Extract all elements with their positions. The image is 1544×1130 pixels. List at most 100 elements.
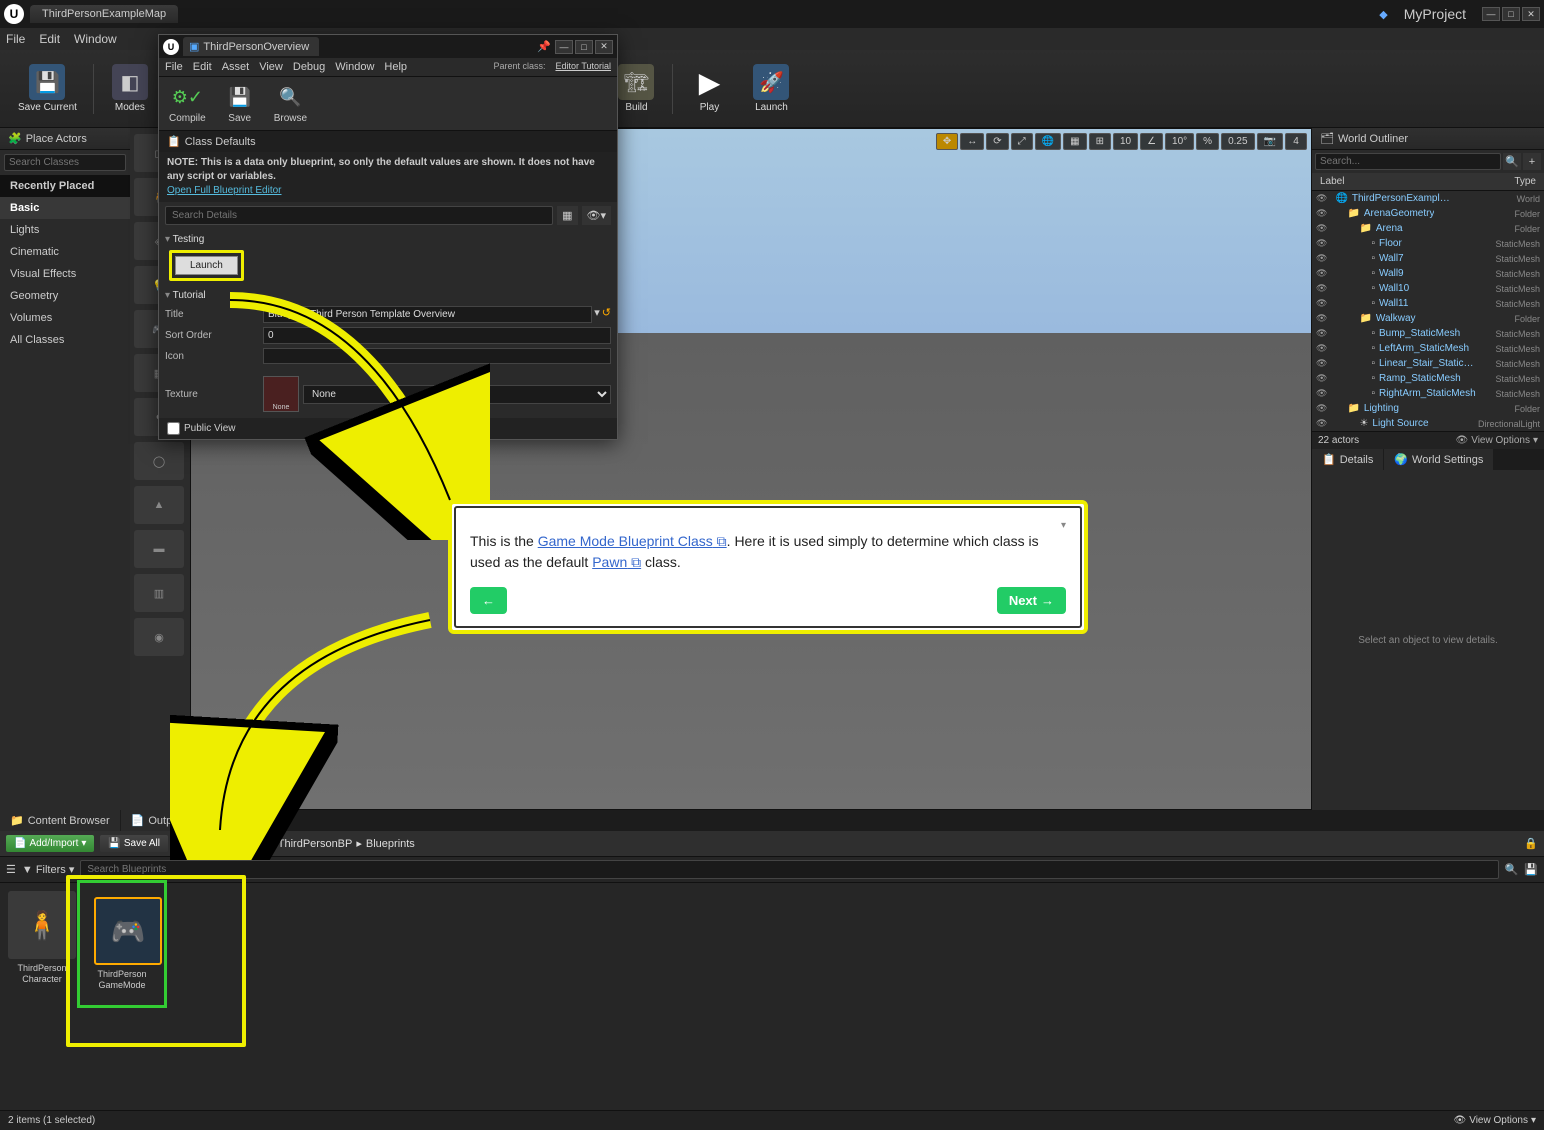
maximize-button[interactable]: □	[1502, 7, 1520, 21]
cat-all-classes[interactable]: All Classes	[0, 329, 130, 351]
bp-tab[interactable]: ▣ ThirdPersonOverview	[183, 37, 319, 56]
nav-fwd[interactable]: →	[191, 838, 202, 850]
outliner-row[interactable]: 👁▫Wall7StaticMesh	[1312, 251, 1544, 266]
outliner-add-folder[interactable]: +	[1523, 153, 1541, 170]
play-button[interactable]: ▶Play	[679, 60, 739, 117]
obj-cube2[interactable]: ▥	[134, 574, 184, 612]
outliner-row[interactable]: 👁▫LeftArm_StaticMeshStaticMesh	[1312, 341, 1544, 356]
content-browser-tab[interactable]: 📁 Content Browser	[0, 810, 120, 831]
cat-cinematic[interactable]: Cinematic	[0, 241, 130, 263]
bp-menu-asset[interactable]: Asset	[222, 61, 250, 73]
vp-grid-snap[interactable]: ⊞	[1089, 133, 1111, 150]
vp-angle-value[interactable]: 10°	[1165, 133, 1194, 150]
bp-save-button[interactable]: 💾Save	[220, 81, 260, 126]
bp-browse-button[interactable]: 🔍Browse	[268, 81, 313, 126]
filter-tree-icon[interactable]: ☰	[6, 863, 16, 876]
cat-volumes[interactable]: Volumes	[0, 307, 130, 329]
outliner-row[interactable]: 👁☀Light SourceDirectionalLight	[1312, 416, 1544, 431]
bp-title-reset[interactable]: ↺	[602, 306, 611, 323]
bp-menu-debug[interactable]: Debug	[293, 61, 325, 73]
cat-geometry[interactable]: Geometry	[0, 285, 130, 307]
cat-lights[interactable]: Lights	[0, 219, 130, 241]
bp-launch-button[interactable]: Launch	[175, 256, 238, 275]
cat-basic[interactable]: Basic	[0, 197, 130, 219]
outliner-row[interactable]: 👁🌐ThirdPersonExampleMapWorld	[1312, 191, 1544, 206]
filters-button[interactable]: ▼ Filters ▾	[22, 863, 74, 876]
minimize-button[interactable]: —	[1482, 7, 1500, 21]
obj-plane[interactable]: ▬	[134, 530, 184, 568]
bp-icon-field[interactable]	[263, 348, 611, 364]
bp-menu-file[interactable]: File	[165, 61, 183, 73]
obj-cone[interactable]: ▲	[134, 486, 184, 524]
outliner-search[interactable]	[1315, 153, 1501, 170]
bp-parent-link[interactable]: Editor Tutorial	[555, 61, 611, 73]
blueprint-editor-window[interactable]: U ▣ ThirdPersonOverview 📌 — □ ✕ File Edi…	[158, 34, 618, 440]
bp-class-defaults-tab[interactable]: 📋 Class Defaults	[159, 131, 617, 152]
outliner-col-type[interactable]: Type	[1514, 176, 1536, 187]
bp-menu-window[interactable]: Window	[335, 61, 374, 73]
menu-window[interactable]: Window	[74, 32, 117, 46]
outliner-row[interactable]: 👁▫Wall9StaticMesh	[1312, 266, 1544, 281]
bp-minimize[interactable]: —	[555, 40, 573, 54]
vp-camera-value[interactable]: 4	[1285, 133, 1307, 150]
obj-cylinder[interactable]: ◯	[134, 442, 184, 480]
search-icon[interactable]: 🔍	[1505, 863, 1519, 876]
vp-scale[interactable]: ⤢	[1011, 133, 1033, 150]
tut-more-icon[interactable]: ▾	[470, 520, 1066, 531]
outliner-row[interactable]: 👁📁LightingFolder	[1312, 401, 1544, 416]
vp-translate[interactable]: ↔	[960, 133, 984, 150]
bp-cat-testing[interactable]: Testing	[165, 231, 611, 248]
tut-link-gamemode[interactable]: Game Mode Blueprint Class ⧉	[538, 533, 727, 549]
bp-maximize[interactable]: □	[575, 40, 593, 54]
bp-detail-matrix-icon[interactable]: ▦	[557, 206, 577, 225]
vp-scale-value[interactable]: 0.25	[1221, 133, 1254, 150]
details-tab[interactable]: 📋 Details	[1312, 449, 1383, 470]
filter-save-icon[interactable]: 💾	[1524, 863, 1538, 876]
add-import-button[interactable]: 📄 Add/Import ▾	[6, 835, 94, 852]
save-current-button[interactable]: 💾Save Current	[8, 60, 87, 117]
menu-edit[interactable]: Edit	[39, 32, 60, 46]
crumb-blueprints[interactable]: Blueprints	[366, 838, 415, 850]
vp-angle-snap[interactable]: ∠	[1140, 133, 1163, 150]
save-all-button[interactable]: 💾 Save All	[100, 835, 168, 852]
cat-visual-effects[interactable]: Visual Effects	[0, 263, 130, 285]
outliner-row[interactable]: 👁▫RightArm_StaticMeshStaticMesh	[1312, 386, 1544, 401]
output-log-tab[interactable]: 📄 Output Log	[121, 810, 213, 831]
world-settings-tab[interactable]: 🌍 World Settings	[1384, 449, 1493, 470]
bp-public-view-check[interactable]	[167, 422, 180, 435]
outliner-row[interactable]: 👁▫Wall10StaticMesh	[1312, 281, 1544, 296]
level-tab[interactable]: ThirdPersonExampleMap	[30, 5, 178, 23]
bp-menu-help[interactable]: Help	[384, 61, 407, 73]
vp-rotate[interactable]: ⟳	[986, 133, 1008, 150]
modes-button[interactable]: ◧Modes	[100, 60, 160, 117]
bp-menu-view[interactable]: View	[259, 61, 283, 73]
tutorial-next-button[interactable]: Next →	[997, 587, 1066, 614]
lock-icon[interactable]: 🔒	[1524, 837, 1538, 850]
bp-title-dropdown[interactable]: ▾	[594, 306, 600, 323]
outliner-row[interactable]: 👁▫Bump_StaticMeshStaticMesh	[1312, 326, 1544, 341]
bp-details-search[interactable]	[165, 206, 553, 225]
vp-grid-value[interactable]: 10	[1113, 133, 1138, 150]
cat-recently-placed[interactable]: Recently Placed	[0, 175, 130, 197]
bp-open-full-link[interactable]: Open Full Blueprint Editor	[167, 185, 282, 196]
outliner-row[interactable]: 👁▫Ramp_StaticMeshStaticMesh	[1312, 371, 1544, 386]
bp-cat-tutorial[interactable]: Tutorial	[165, 287, 611, 304]
vp-world-local[interactable]: 🌐	[1035, 133, 1061, 150]
tut-link-pawn[interactable]: Pawn ⧉	[592, 554, 641, 570]
bp-compile-button[interactable]: ⚙✓Compile	[163, 81, 212, 126]
vp-surface-snap[interactable]: ▦	[1063, 133, 1086, 150]
content-search[interactable]	[80, 860, 1498, 879]
menu-file[interactable]: File	[6, 32, 25, 46]
vp-scale-snap[interactable]: %	[1196, 133, 1219, 150]
crumb-content[interactable]: Content	[226, 838, 265, 850]
crumb-thirdpersonbp[interactable]: ThirdPersonBP	[278, 838, 353, 850]
outliner-view-options[interactable]: 👁 View Options ▾	[1456, 435, 1538, 446]
obj-sphere2[interactable]: ◉	[134, 618, 184, 656]
outliner-row[interactable]: 👁📁ArenaGeometryFolder	[1312, 206, 1544, 221]
asset-thirdperson-gamemode[interactable]: 🎮 ThirdPerson GameMode	[88, 891, 156, 997]
asset-thirdperson-character[interactable]: 🧍 ThirdPerson Character	[8, 891, 76, 985]
place-actors-search[interactable]	[4, 154, 126, 171]
vp-select-mode[interactable]: ✥	[936, 133, 958, 150]
outliner-col-label[interactable]: Label	[1320, 176, 1344, 187]
outliner-row[interactable]: 👁📁ArenaFolder	[1312, 221, 1544, 236]
